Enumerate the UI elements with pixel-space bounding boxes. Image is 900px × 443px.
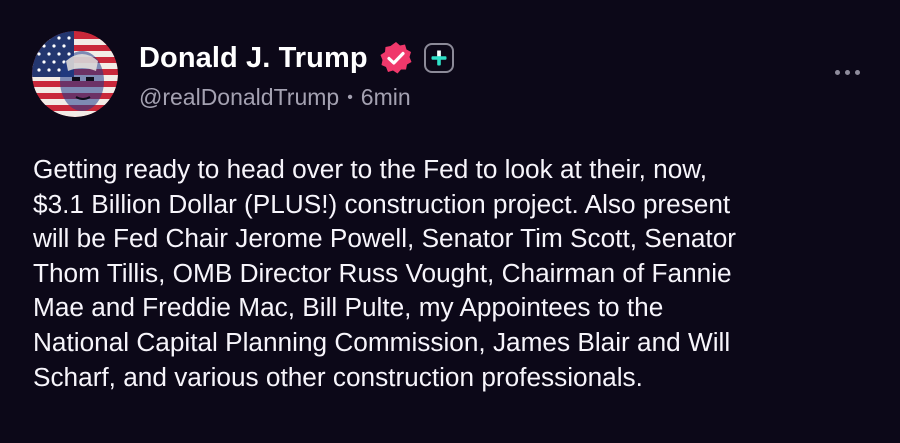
post-line: National Capital Planning Commission, Ja…	[33, 326, 731, 357]
post-header: Donald J. Trump @realDonaldTrump • 6min	[139, 38, 454, 111]
author-handle[interactable]: @realDonaldTrump	[139, 84, 339, 111]
more-horizontal-icon-dot	[854, 69, 860, 75]
post-line: Getting ready to head over to the Fed to…	[33, 154, 708, 184]
meta-separator: •	[347, 88, 353, 106]
more-horizontal-icon-dot	[844, 69, 850, 75]
post-line: Scharf, and various other construction p…	[33, 361, 643, 392]
author-avatar[interactable]	[32, 31, 118, 117]
post-line: will be Fed Chair Jerome Powell, Senator…	[33, 223, 736, 254]
name-row: Donald J. Trump	[139, 38, 454, 78]
post-meta: @realDonaldTrump • 6min	[139, 84, 454, 111]
plus-icon	[431, 50, 447, 66]
post-line: Thom Tillis, OMB Director Russ Vought, C…	[33, 257, 732, 288]
more-options-button[interactable]	[827, 60, 867, 84]
post-line: $3.1 Billion Dollar (PLUS!) construction…	[33, 188, 731, 219]
post-card: Donald J. Trump @realDonaldTrump • 6min	[0, 0, 900, 443]
post-line: Mae and Freddie Mac, Bill Pulte, my Appo…	[33, 292, 664, 323]
post-body: Getting ready to head over to the Fed to…	[33, 152, 878, 394]
flag-portrait-avatar-icon	[32, 31, 118, 117]
verified-badge-icon	[378, 40, 414, 76]
author-display-name[interactable]: Donald J. Trump	[139, 42, 368, 75]
more-horizontal-icon-dot	[834, 69, 840, 75]
post-timestamp[interactable]: 6min	[361, 84, 411, 111]
follow-plus-button[interactable]	[423, 43, 454, 73]
